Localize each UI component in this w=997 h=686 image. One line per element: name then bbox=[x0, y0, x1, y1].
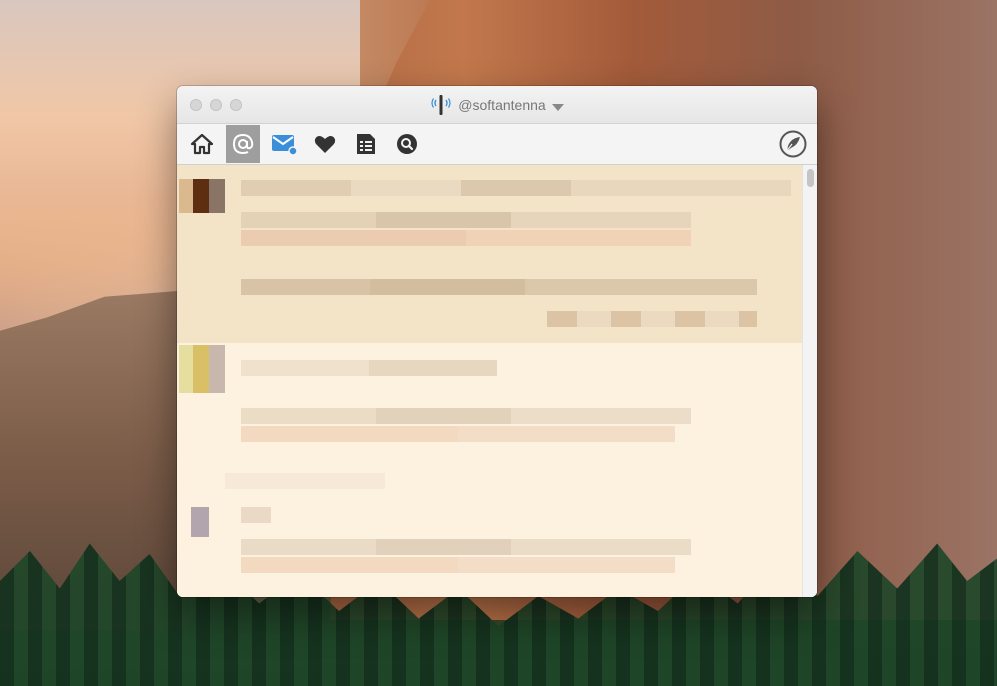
tweet-text-pixelated bbox=[241, 408, 691, 424]
tweet-text-pixelated bbox=[241, 426, 675, 442]
tweet-text-pixelated bbox=[241, 230, 691, 246]
tweet-text-pixelated bbox=[241, 212, 691, 228]
account-handle: @softantenna bbox=[458, 97, 546, 114]
tweet-row-1[interactable] bbox=[177, 165, 802, 343]
favorites-icon bbox=[314, 136, 336, 153]
timeline[interactable] bbox=[177, 165, 817, 597]
tab-search[interactable] bbox=[390, 125, 424, 163]
main-toolbar bbox=[177, 124, 817, 165]
search-icon bbox=[397, 134, 417, 154]
compose-button[interactable] bbox=[779, 130, 807, 158]
chevron-down-icon bbox=[551, 99, 564, 115]
timeline-scrollbar[interactable] bbox=[802, 165, 817, 597]
tab-messages[interactable] bbox=[267, 125, 301, 163]
tweet-text-pixelated bbox=[225, 473, 385, 489]
tweet-actions-pixelated bbox=[547, 311, 757, 327]
lists-icon bbox=[357, 134, 375, 154]
window-titlebar[interactable]: @softantenna bbox=[177, 86, 817, 124]
home-icon bbox=[190, 133, 214, 155]
avatar bbox=[179, 179, 225, 213]
tweet-text-pixelated bbox=[241, 507, 271, 523]
quill-icon bbox=[779, 130, 807, 158]
tweet-row-3[interactable] bbox=[177, 507, 802, 597]
tab-favorites[interactable] bbox=[308, 125, 342, 163]
tweet-row-2[interactable] bbox=[177, 343, 802, 507]
tweet-text-pixelated bbox=[241, 360, 497, 376]
account-switcher[interactable]: @softantenna bbox=[177, 94, 817, 119]
tweet-text-pixelated bbox=[241, 557, 675, 573]
tab-mentions[interactable] bbox=[226, 125, 260, 163]
antenna-icon bbox=[430, 94, 452, 119]
scrollbar-thumb[interactable] bbox=[807, 169, 814, 187]
tab-lists[interactable] bbox=[349, 125, 383, 163]
avatar bbox=[191, 507, 209, 537]
tab-home[interactable] bbox=[185, 125, 219, 163]
messages-icon bbox=[272, 135, 298, 156]
mentions-icon bbox=[232, 133, 254, 155]
tweet-text-pixelated bbox=[241, 279, 757, 295]
avatar bbox=[179, 345, 225, 393]
tweet-text-pixelated bbox=[241, 539, 691, 555]
tweetbot-window: @softantenna bbox=[177, 86, 817, 597]
tweet-text-pixelated bbox=[241, 180, 791, 196]
